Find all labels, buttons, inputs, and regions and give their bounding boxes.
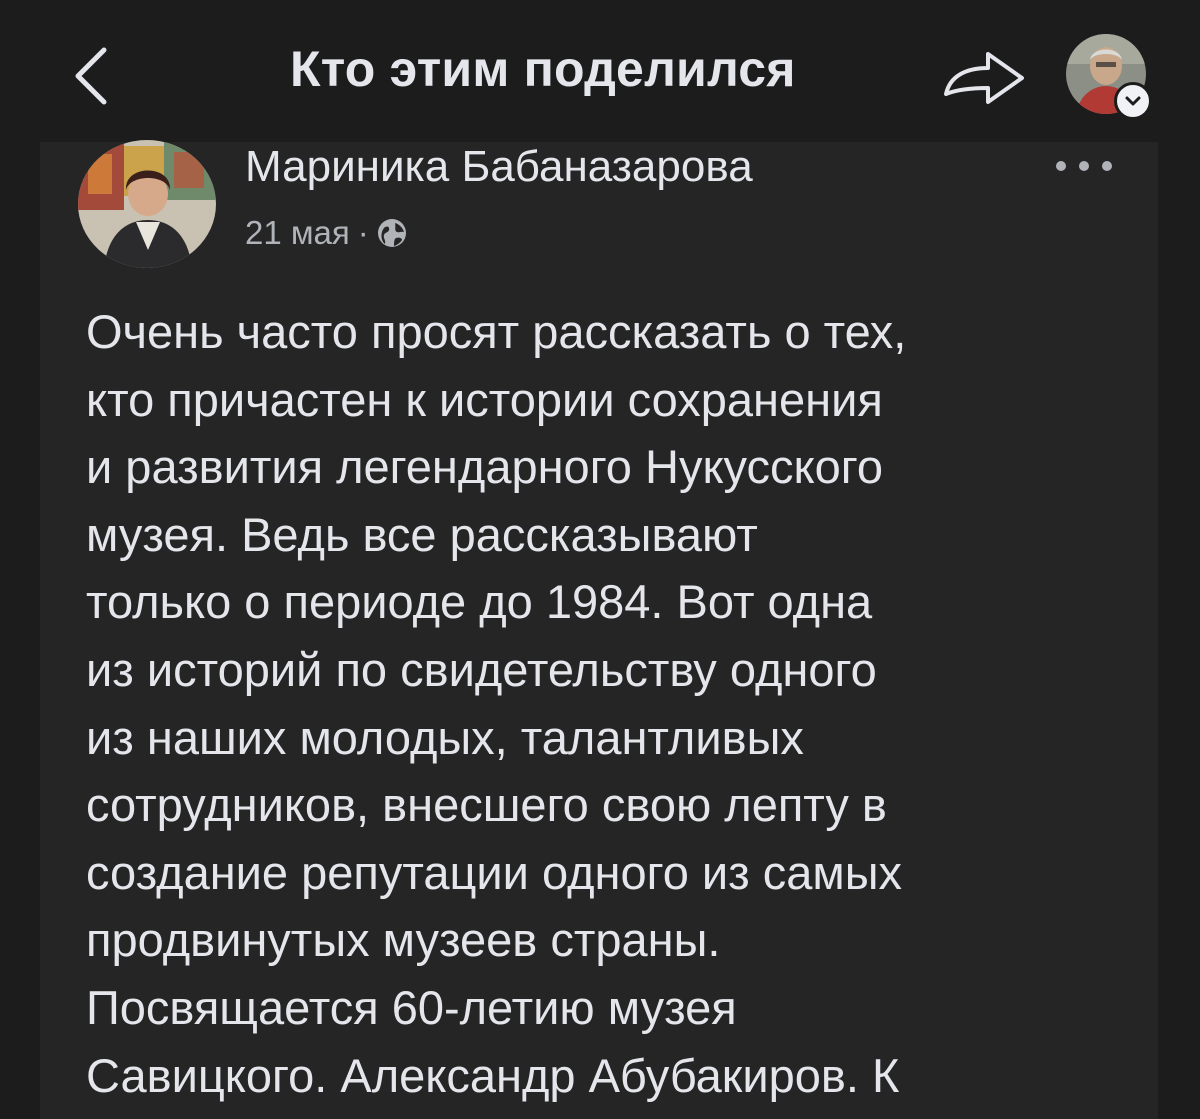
post-text-line: музея. Ведь все рассказывают	[86, 507, 758, 561]
profile-menu-badge[interactable]	[1114, 82, 1152, 120]
top-bar: Кто этим поделился	[0, 0, 1200, 142]
more-options-button[interactable]	[1056, 152, 1112, 180]
meta-separator: ·	[357, 214, 369, 251]
chevron-down-icon	[1125, 96, 1141, 106]
post-text-line: Очень часто просят рассказать о тех,	[86, 305, 907, 358]
post-text-line: только о периоде до 1984. Вот одна	[86, 575, 873, 629]
post-text-line: и развития легендарного Нукусского	[86, 440, 883, 494]
post-text: Очень часто просят рассказать о тех, кто…	[86, 298, 1156, 1109]
globe-icon	[377, 219, 406, 247]
post-text-line: из наших молодых, талантливых	[86, 710, 804, 764]
author-name[interactable]: Мариника Бабаназарова	[245, 142, 753, 192]
more-horizontal-icon	[1079, 161, 1089, 171]
post-date[interactable]: 21 мая	[245, 214, 350, 252]
post-text-line: кто причастен к истории сохранения	[86, 372, 883, 426]
chevron-left-icon	[75, 47, 107, 105]
post-meta: 21 мая ·	[245, 214, 409, 252]
post-text-line: Савицкого. Александр Абубакиров. К	[86, 1048, 900, 1102]
more-horizontal-icon	[1056, 161, 1066, 171]
author-avatar[interactable]	[78, 140, 216, 268]
back-button[interactable]	[62, 40, 122, 110]
more-horizontal-icon	[1102, 161, 1112, 171]
share-arrow-icon	[944, 52, 1024, 104]
post-text-line: из историй по свидетельству одного	[86, 642, 877, 696]
page-title: Кто этим поделился	[290, 41, 796, 97]
post-text-line: создание репутации одного из самых	[86, 845, 903, 899]
author-photo	[78, 140, 216, 268]
share-button[interactable]	[940, 44, 1032, 108]
post-text-line: сотрудников, внесшего свою лепту в	[86, 778, 887, 832]
post-text-line: Посвящается 60-летию музея	[86, 980, 737, 1034]
post-text-line: продвинутых музеев страны.	[86, 913, 721, 967]
